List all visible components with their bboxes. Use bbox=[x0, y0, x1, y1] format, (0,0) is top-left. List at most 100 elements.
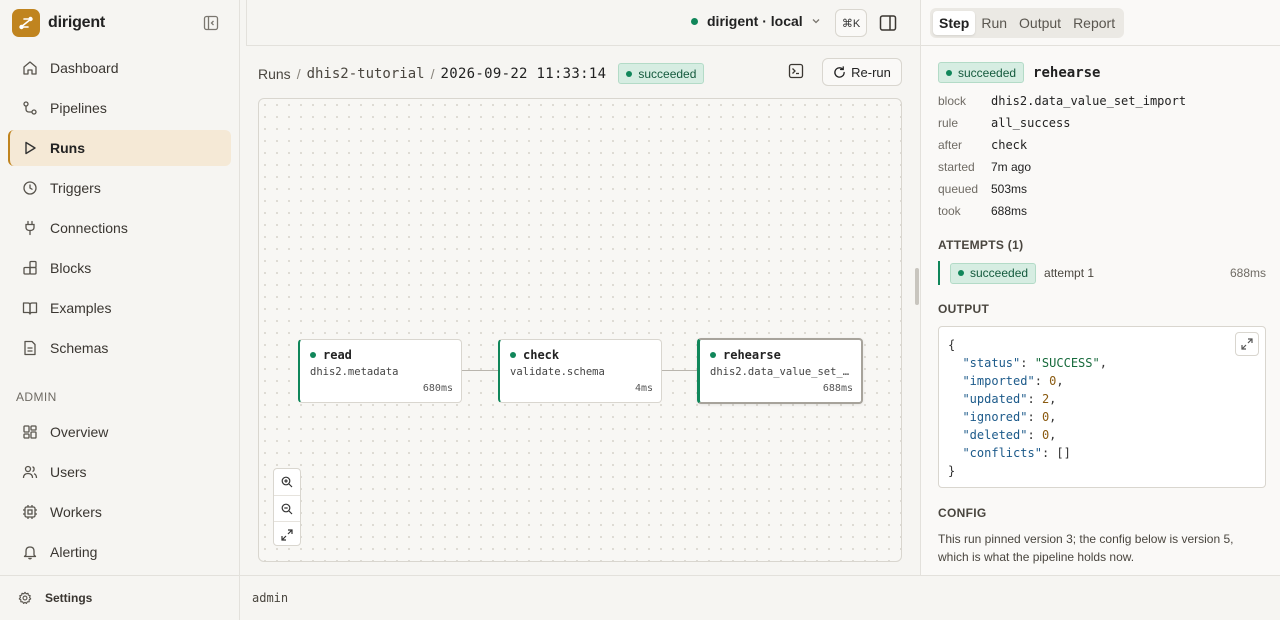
run-status-badge: succeeded bbox=[618, 63, 705, 84]
pipeline-graph-canvas[interactable]: read dhis2.metadata 680ms check validate… bbox=[258, 98, 902, 562]
sidebar-item-label: Connections bbox=[50, 220, 128, 236]
detail-key: took bbox=[938, 204, 961, 218]
detail-row: took 688ms bbox=[938, 200, 1268, 222]
detail-value: 503ms bbox=[991, 182, 1028, 196]
sidebar-item-examples[interactable]: Examples bbox=[8, 290, 231, 326]
sidebar: dirigent Dashboard Pipelines Runs Trigge… bbox=[0, 0, 240, 620]
json-key: "conflicts" bbox=[962, 446, 1042, 460]
detail-key: queued bbox=[938, 182, 979, 196]
json-line: "updated": 2, bbox=[962, 392, 1057, 406]
breadcrumb-run-timestamp: 2026-09-22 11:33:14 bbox=[440, 65, 607, 82]
play-icon bbox=[22, 140, 38, 156]
graph-node-read[interactable]: read dhis2.metadata 680ms bbox=[298, 339, 462, 403]
settings-label: Settings bbox=[45, 591, 93, 605]
sidebar-item-alerting[interactable]: Alerting bbox=[8, 534, 231, 570]
panel-toggle-icon[interactable] bbox=[879, 14, 897, 32]
output-title: OUTPUT bbox=[938, 302, 990, 316]
breadcrumb-pipeline[interactable]: dhis2-tutorial bbox=[307, 66, 425, 82]
sidebar-item-label: Dashboard bbox=[50, 60, 119, 76]
node-duration: 680ms bbox=[422, 383, 453, 394]
environment-status-dot bbox=[691, 17, 698, 25]
output-json: { "status": "SUCCESS", "imported": 0, "u… bbox=[938, 326, 1266, 488]
sidebar-item-workers[interactable]: Workers bbox=[8, 494, 231, 530]
detail-value: 688ms bbox=[991, 204, 1028, 218]
tab-report[interactable]: Report bbox=[1067, 11, 1121, 35]
detail-key: block bbox=[938, 94, 967, 108]
node-name: rehearse bbox=[723, 348, 781, 362]
detail-key: started bbox=[938, 160, 975, 174]
environment-switcher[interactable]: dirigent · local bbox=[691, 13, 821, 29]
gear-icon bbox=[18, 591, 32, 605]
node-duration: 4ms bbox=[634, 383, 653, 394]
tab-output[interactable]: Output bbox=[1013, 11, 1067, 35]
zoom-controls bbox=[273, 468, 301, 546]
sidebar-item-connections[interactable]: Connections bbox=[8, 210, 231, 246]
sidebar-item-label: Blocks bbox=[50, 260, 92, 276]
bell-icon bbox=[22, 544, 38, 560]
breadcrumb-separator: / bbox=[296, 65, 301, 82]
sidebar-item-label: Overview bbox=[50, 424, 109, 440]
step-header: succeeded rehearse bbox=[938, 62, 1100, 83]
zoom-in-button[interactable] bbox=[274, 469, 300, 495]
graph-node-check[interactable]: check validate.schema 4ms bbox=[498, 339, 662, 403]
node-name: check bbox=[523, 348, 560, 362]
json-line: "imported": 0, bbox=[962, 374, 1064, 388]
fit-view-button[interactable] bbox=[274, 521, 300, 547]
json-brace: } bbox=[948, 464, 956, 478]
tab-step[interactable]: Step bbox=[933, 11, 976, 35]
terminal-icon[interactable] bbox=[788, 63, 804, 79]
panel-tabs: Step Run Output Report bbox=[930, 8, 1125, 38]
brand[interactable]: dirigent bbox=[12, 9, 105, 37]
attempt-label: attempt 1 bbox=[1044, 266, 1095, 280]
graph-edge bbox=[462, 370, 499, 371]
status-dot bbox=[946, 69, 952, 76]
detail-row: block dhis2.data_value_set_import bbox=[938, 90, 1268, 112]
sidebar-item-blocks[interactable]: Blocks bbox=[8, 250, 231, 286]
rerun-button[interactable]: Re-run bbox=[822, 58, 902, 86]
expand-icon bbox=[1241, 338, 1253, 350]
step-detail-panel: Step Run Output Report succeeded rehears… bbox=[920, 0, 1280, 575]
step-name: rehearse bbox=[1033, 64, 1101, 81]
collapse-sidebar-icon[interactable] bbox=[203, 15, 219, 31]
breadcrumb-runs[interactable]: Runs bbox=[258, 66, 291, 82]
run-status-label: succeeded bbox=[638, 66, 697, 81]
rerun-label: Re-run bbox=[851, 64, 891, 80]
status-dot bbox=[626, 70, 633, 77]
sidebar-item-label: Examples bbox=[50, 300, 112, 316]
status-dot bbox=[958, 270, 964, 276]
sidebar-item-label: Users bbox=[50, 464, 87, 480]
sidebar-item-overview[interactable]: Overview bbox=[8, 414, 231, 450]
sidebar-item-runs[interactable]: Runs bbox=[8, 130, 231, 166]
attempt-row[interactable]: succeeded attempt 1 688ms bbox=[938, 261, 1266, 285]
json-key: "imported" bbox=[962, 374, 1035, 388]
expand-output-button[interactable] bbox=[1235, 332, 1259, 356]
grid-icon bbox=[22, 424, 38, 440]
settings-link[interactable]: Settings bbox=[0, 575, 240, 620]
home-icon bbox=[22, 60, 38, 76]
sidebar-item-triggers[interactable]: Triggers bbox=[8, 170, 231, 206]
sidebar-item-pipelines[interactable]: Pipelines bbox=[8, 90, 231, 126]
step-status-label: succeeded bbox=[958, 65, 1017, 80]
node-name: read bbox=[323, 348, 352, 362]
sidebar-item-users[interactable]: Users bbox=[8, 454, 231, 490]
config-note: This run pinned version 3; the config be… bbox=[938, 532, 1234, 564]
json-key: "status" bbox=[962, 356, 1021, 370]
pipeline-icon bbox=[22, 100, 38, 116]
json-value: [] bbox=[1056, 446, 1071, 460]
zoom-out-button[interactable] bbox=[274, 495, 300, 521]
graph-node-rehearse[interactable]: rehearse dhis2.data_value_set_import 688… bbox=[697, 338, 863, 404]
detail-row: queued 503ms bbox=[938, 178, 1268, 200]
expand-icon bbox=[281, 528, 293, 541]
command-palette-button[interactable]: ⌘K bbox=[835, 9, 867, 37]
zoom-out-icon bbox=[281, 503, 293, 515]
sidebar-item-schemas[interactable]: Schemas bbox=[8, 330, 231, 366]
environment-label: dirigent · local bbox=[707, 13, 803, 29]
tab-run[interactable]: Run bbox=[975, 11, 1013, 35]
sidebar-item-dashboard[interactable]: Dashboard bbox=[8, 50, 231, 86]
sidebar-item-label: Alerting bbox=[50, 544, 98, 560]
detail-value: check bbox=[991, 138, 1028, 152]
json-comma: , bbox=[1099, 356, 1107, 370]
json-comma: , bbox=[1049, 392, 1057, 406]
detail-row: rule all_success bbox=[938, 112, 1268, 134]
panel-resize-handle[interactable] bbox=[915, 268, 919, 305]
